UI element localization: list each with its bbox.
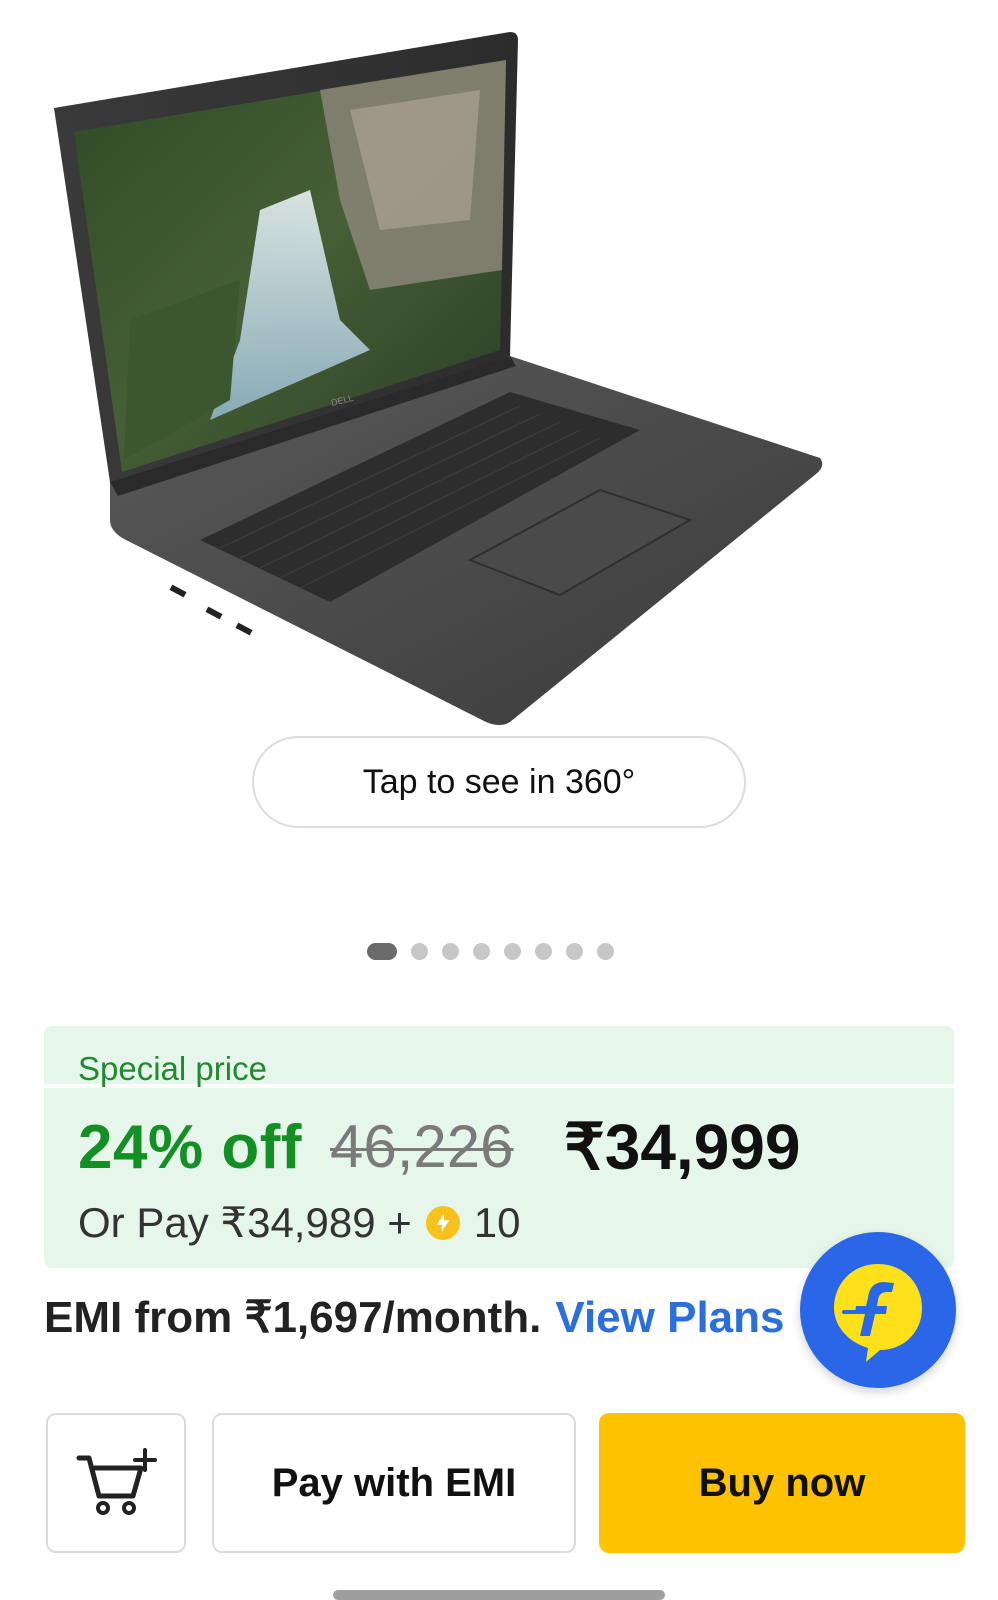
view-plans-link[interactable]: View Plans xyxy=(555,1293,784,1342)
supercoin-count: 10 xyxy=(473,1198,521,1246)
carousel-dot[interactable] xyxy=(473,942,490,960)
supercoin-price-line: Or Pay ₹34,989 + 10 xyxy=(78,1198,520,1247)
view-360-button[interactable]: Tap to see in 360° xyxy=(252,736,746,828)
special-price-label: Special price xyxy=(78,1050,267,1087)
final-price: ₹34,999 xyxy=(564,1111,801,1183)
pay-with-emi-button[interactable]: Pay with EMI xyxy=(212,1413,576,1553)
carousel-dot[interactable] xyxy=(597,942,614,960)
pay-with-emi-label: Pay with EMI xyxy=(271,1460,517,1505)
supercoin-icon xyxy=(425,1205,460,1240)
emi-text: EMI from ₹1,697/month. xyxy=(44,1293,542,1342)
product-image[interactable]: DELL xyxy=(40,20,860,740)
buy-now-label: Buy now xyxy=(698,1460,866,1505)
flipkart-logo-icon[interactable] xyxy=(800,1232,956,1388)
view-360-label: Tap to see in 360° xyxy=(362,762,636,801)
or-pay-text: Or Pay ₹34,989 + xyxy=(78,1199,412,1246)
carousel-dot[interactable] xyxy=(442,942,459,960)
carousel-dot-active[interactable] xyxy=(367,942,397,960)
buy-now-button[interactable]: Buy now xyxy=(599,1413,965,1553)
add-to-cart-icon xyxy=(76,1448,157,1515)
carousel-dot[interactable] xyxy=(566,942,583,960)
image-carousel-indicator[interactable] xyxy=(367,941,614,961)
emi-info: EMI from ₹1,697/month. View Plans xyxy=(44,1292,785,1343)
home-indicator[interactable] xyxy=(333,1590,665,1600)
original-price: 46,226 xyxy=(330,1113,514,1180)
carousel-dot[interactable] xyxy=(504,942,521,960)
carousel-dot[interactable] xyxy=(411,942,428,960)
carousel-dot[interactable] xyxy=(535,942,552,960)
add-to-cart-button[interactable] xyxy=(46,1413,186,1553)
discount-percent: 24% off xyxy=(78,1113,302,1182)
